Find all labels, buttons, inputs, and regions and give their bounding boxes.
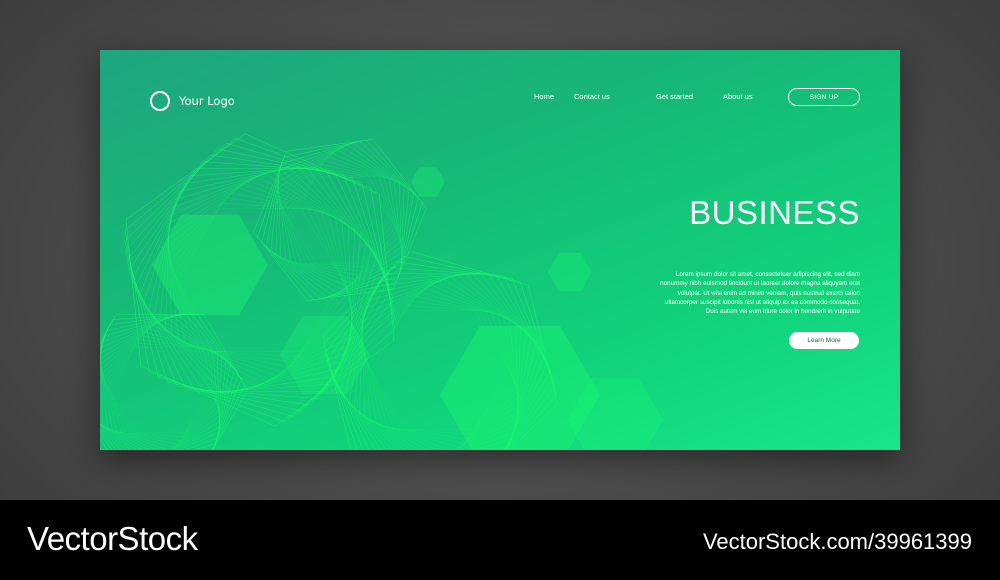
learn-more-button[interactable]: Learn More: [789, 332, 859, 349]
brand-watermark: VectorStock: [27, 520, 198, 557]
sign-up-button[interactable]: SIGN UP: [788, 88, 860, 106]
watermark-bar: VectorStock VectorStock.com/39961399: [0, 500, 1000, 580]
nav-item-home[interactable]: Home: [534, 92, 554, 101]
logo[interactable]: Your Logo: [150, 91, 235, 111]
nav-item-get-started[interactable]: Get started: [656, 92, 693, 101]
nav-item-contact[interactable]: Contact us: [574, 92, 610, 101]
hero-title: BUSINESS: [689, 194, 860, 231]
landing-page-card: Your Logo Home Contact us Get started Ab…: [100, 50, 900, 450]
logo-text: Your Logo: [179, 94, 235, 108]
credit-text: VectorStock.com/39961399: [702, 529, 972, 554]
circle-logo-icon: [150, 91, 170, 111]
nav-item-about[interactable]: About us: [723, 92, 753, 101]
hero-body-text: Lorem ipsum dolor sit amet, consectetuer…: [660, 271, 860, 316]
